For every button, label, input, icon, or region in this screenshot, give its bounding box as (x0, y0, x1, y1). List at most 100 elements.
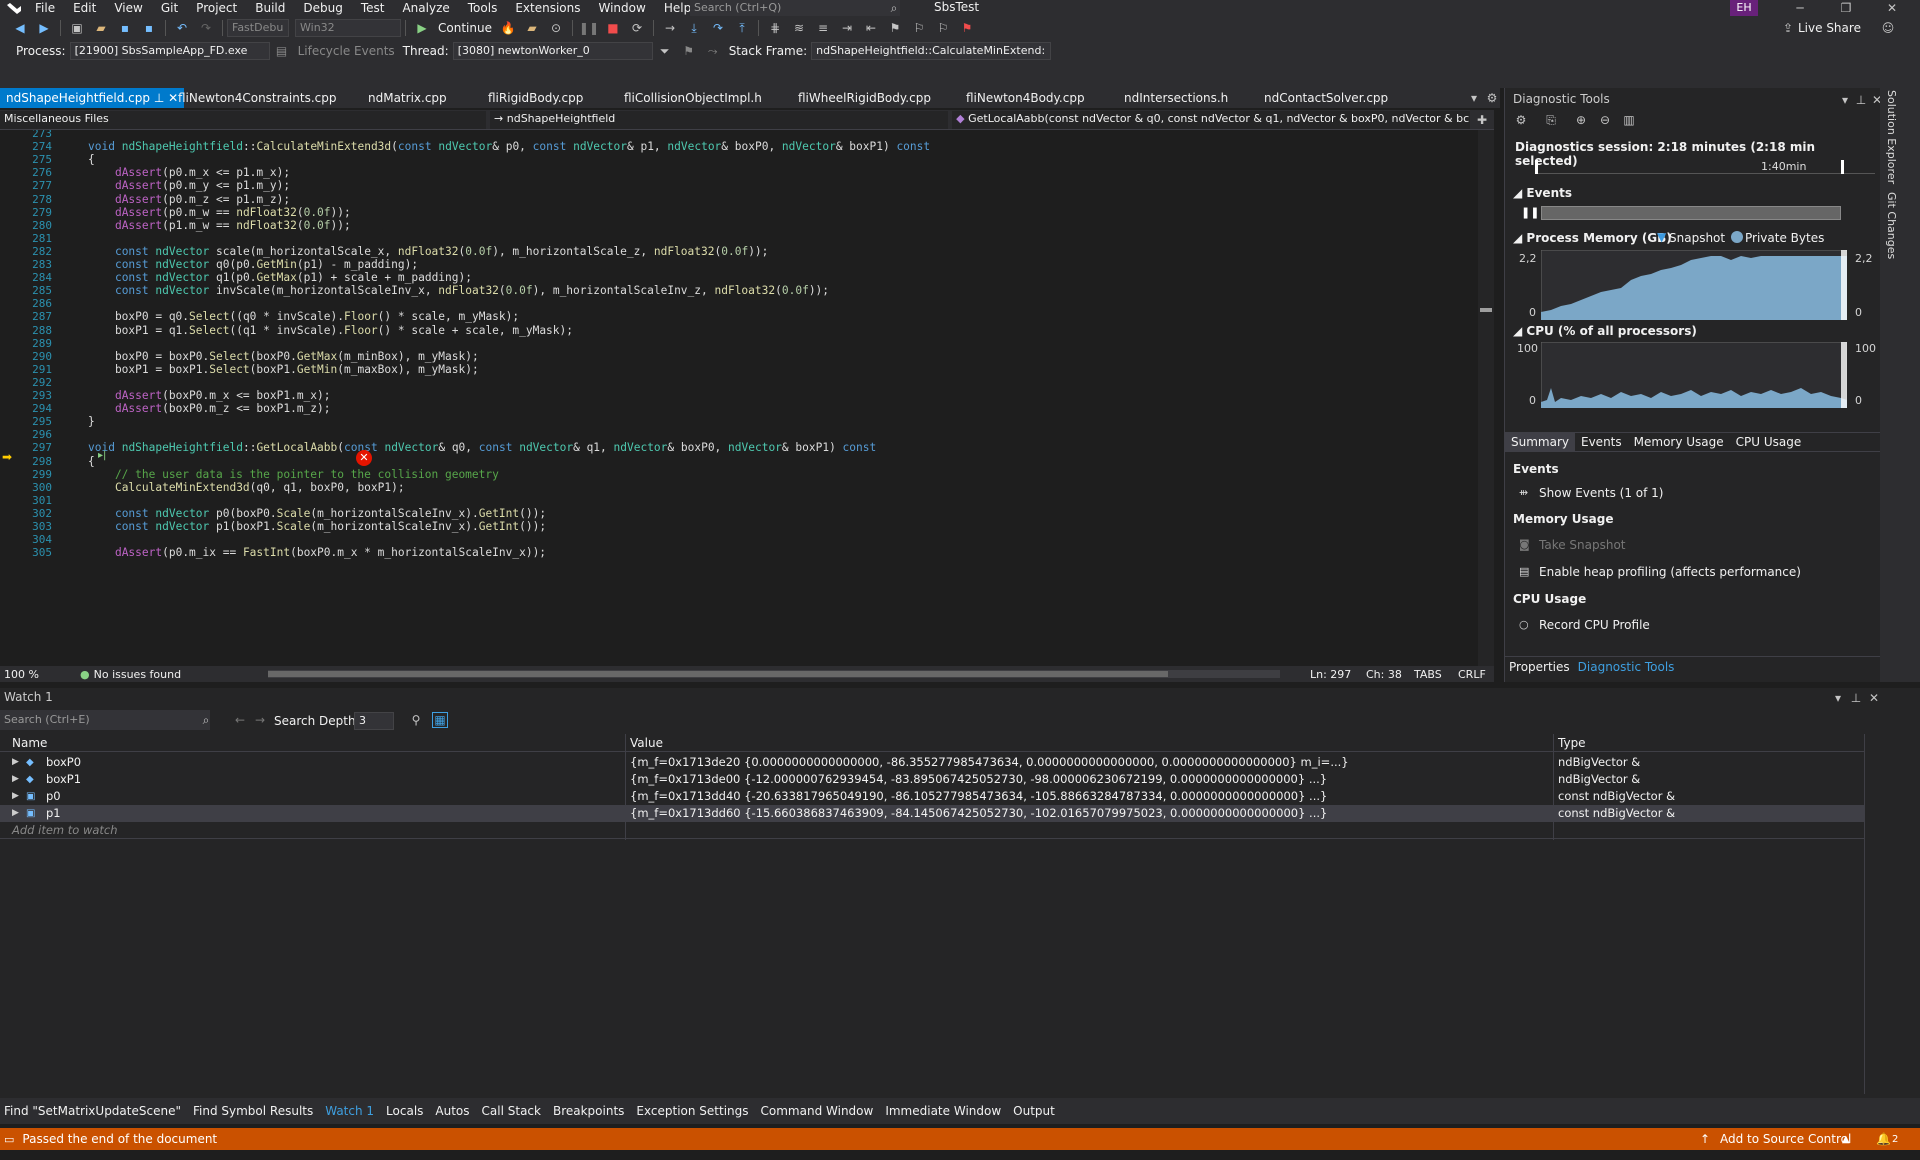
source-control-chevron-icon[interactable]: ▲ (1842, 1134, 1850, 1145)
export-icon[interactable]: ⎘ (1543, 112, 1559, 128)
watch-pin-icon[interactable]: ⊥ (1848, 690, 1864, 706)
new-project-icon[interactable]: ▣ (69, 20, 85, 36)
code-line[interactable]: dAssert(p1.m_w == ndFloat32(0.0f)); (88, 218, 351, 234)
watch-value[interactable]: {m_f=0x1713dd40 {-20.633817965049190, -8… (630, 788, 1327, 805)
settings-gear-icon[interactable]: ⚙ (1484, 90, 1500, 106)
zoom-level[interactable]: 100 % (0, 668, 70, 681)
indent-mode[interactable]: TABS (1410, 668, 1446, 681)
back-icon[interactable]: ◀ (12, 20, 28, 36)
panel-tab-diagnostic-tools[interactable]: Diagnostic Tools (1574, 660, 1679, 674)
continue-icon[interactable]: ▶ (414, 20, 430, 36)
thread-select[interactable]: [3080] newtonWorker_0 (452, 42, 653, 60)
tool-tab-locals[interactable]: Locals (386, 1104, 423, 1118)
timeline-ruler[interactable]: 1:40min (1535, 160, 1875, 174)
source-control-icon[interactable]: ↑ (1700, 1132, 1710, 1146)
continue-button[interactable]: Continue (434, 21, 496, 35)
tool-tab-autos[interactable]: Autos (435, 1104, 469, 1118)
redo-icon[interactable]: ↷ (198, 20, 214, 36)
tab-fliwheelrigidbody-cpp[interactable]: fliWheelRigidBody.cpp (798, 88, 931, 108)
step-over-icon[interactable]: ↷ (710, 20, 726, 36)
code-line[interactable]: const ndVector invScale(m_horizontalScal… (88, 283, 829, 299)
minimize-icon[interactable]: ─ (1792, 0, 1808, 16)
scrollbar-thumb[interactable] (1480, 308, 1492, 312)
tool-tab-find-symbol-results[interactable]: Find Symbol Results (193, 1104, 313, 1118)
expand-arrow-icon[interactable]: ▶ (12, 754, 19, 771)
next-bookmark-icon[interactable]: ⚐ (935, 20, 951, 36)
column-header-name[interactable]: Name (12, 736, 47, 750)
hot-reload-icon[interactable]: 🔥 (500, 20, 516, 36)
add-to-source-control-button[interactable]: Add to Source Control (1720, 1132, 1851, 1146)
git-changes-tab[interactable]: Git Changes (1884, 192, 1898, 272)
code-line[interactable]: dAssert(p0.m_ix == FastInt(boxP0.m_x * m… (88, 545, 546, 561)
thread-icon[interactable]: ≋ (791, 20, 807, 36)
reset-view-icon[interactable]: ▥ (1621, 112, 1637, 128)
close-window-icon[interactable]: ✕ (1884, 0, 1900, 16)
menu-tools[interactable]: Tools (459, 0, 507, 16)
tab-overflow-icon[interactable]: ▾ (1466, 90, 1482, 106)
watch-add-row[interactable]: Add item to watch (0, 822, 1864, 839)
editor-gutter[interactable]: 273 274 275 276 277 278 279 280 281 282 283 284 285 2… (0, 130, 60, 666)
process-select[interactable]: [21900] SbsSampleApp_FD.exe (69, 42, 270, 60)
user-avatar[interactable]: EH (1730, 0, 1758, 16)
watch-row[interactable]: ▶ ▣ p0 {m_f=0x1713dd40 {-20.633817965049190… (0, 788, 1864, 805)
clear-bookmarks-icon[interactable]: ⚑ (959, 20, 975, 36)
solution-explorer-tab[interactable]: Solution Explorer (1884, 88, 1898, 188)
diag-tab-summary[interactable]: Summary (1505, 432, 1575, 452)
tool-tab-exception-settings[interactable]: Exception Settings (636, 1104, 748, 1118)
watch-search-input[interactable]: Search (Ctrl+E) (0, 710, 210, 730)
prev-bookmark-icon[interactable]: ⚐ (911, 20, 927, 36)
record-cpu-button[interactable]: Record CPU Profile (1539, 618, 1650, 632)
show-next-statement-icon[interactable]: → (662, 20, 678, 36)
forward-icon[interactable]: ▶ (36, 20, 52, 36)
watch-row[interactable]: ▶ ◆ boxP1 {m_f=0x1713de00 {-12.000000762939… (0, 771, 1864, 788)
scope-dropdown[interactable]: → ndShapeHeightfield (490, 110, 949, 129)
code-line[interactable]: void ndShapeHeightfield::CalculateMinExt… (88, 139, 930, 155)
horizontal-scrollbar-thumb[interactable] (268, 671, 1168, 677)
menu-window[interactable]: Window (590, 0, 655, 16)
code-line[interactable]: void ndShapeHeightfield::GetLocalAabb(co… (88, 440, 876, 456)
watch-value[interactable]: {m_f=0x1713dd60 {-15.660386837463909, -8… (630, 805, 1327, 822)
column-header-value[interactable]: Value (630, 736, 663, 750)
undo-icon[interactable]: ↶ (174, 20, 190, 36)
diag-tab-events[interactable]: Events (1575, 432, 1628, 452)
indent-icon[interactable]: ⇥ (839, 20, 855, 36)
step-out-icon[interactable]: ⤒ (734, 20, 750, 36)
watch-value[interactable]: {m_f=0x1713de00 {-12.000000762939454, -8… (630, 771, 1327, 788)
code-line[interactable]: CalculateMinExtend3d(q0, q1, boxP0, boxP… (88, 480, 405, 496)
expand-arrow-icon[interactable]: ▶ (12, 788, 19, 805)
horizontal-scrollbar[interactable] (268, 670, 1280, 678)
flag-icon[interactable]: ⚑ (681, 43, 697, 59)
tool-tab-watch-1[interactable]: Watch 1 (325, 1104, 374, 1118)
restore-icon[interactable]: ❐ (1838, 0, 1854, 16)
tool-tab-command-window[interactable]: Command Window (761, 1104, 874, 1118)
pin-source-icon[interactable]: ⚲ (408, 712, 424, 728)
configuration-select[interactable]: FastDebu (227, 19, 289, 37)
pin-icon[interactable]: ⊥ (1853, 92, 1869, 108)
platform-select[interactable]: Win32 (295, 19, 401, 37)
feedback-icon[interactable]: ☺ (1880, 20, 1896, 36)
column-divider-1[interactable] (625, 734, 626, 840)
folder-icon[interactable]: ▰ (524, 20, 540, 36)
add-item-placeholder[interactable]: Add item to watch (12, 823, 118, 837)
tab-ndshapeheightfield-cpp[interactable]: ndShapeHeightfield.cpp ⊥ ✕ (0, 88, 185, 108)
search-back-icon[interactable]: ← (232, 712, 248, 728)
member-dropdown[interactable]: ◆ GetLocalAabb(const ndVector & q0, cons… (952, 110, 1471, 129)
lifecycle-events-dropdown[interactable]: Lifecycle Events (294, 44, 399, 58)
code-line[interactable]: boxP1 = q1.Select((q1 * invScale).Floor(… (88, 323, 573, 339)
pause-icon[interactable]: ❚❚ (579, 20, 599, 36)
column-divider-2[interactable] (1553, 734, 1554, 840)
align-icon[interactable]: ≡ (815, 20, 831, 36)
take-snapshot-button[interactable]: Take Snapshot (1539, 538, 1626, 552)
project-dropdown[interactable]: Miscellaneous Files (0, 110, 487, 129)
search-icon[interactable]: ⌕ (886, 0, 902, 16)
line-ending[interactable]: CRLF (1454, 668, 1490, 681)
bookmark-icon[interactable]: ⚑ (887, 20, 903, 36)
menu-analyze[interactable]: Analyze (393, 0, 458, 16)
tool-tab-call-stack[interactable]: Call Stack (482, 1104, 541, 1118)
tool-tab-breakpoints[interactable]: Breakpoints (553, 1104, 624, 1118)
hex-display-icon[interactable]: ⋕ (767, 20, 783, 36)
show-events-link[interactable]: Show Events (1 of 1) (1539, 486, 1663, 500)
filter-icon[interactable]: ⏷ (657, 43, 673, 59)
tab-flinewton4body-cpp[interactable]: fliNewton4Body.cpp (966, 88, 1085, 108)
watch-row[interactable]: ▶ ◆ boxP0 {m_f=0x1713de20 {0.00000000000000… (0, 754, 1864, 771)
